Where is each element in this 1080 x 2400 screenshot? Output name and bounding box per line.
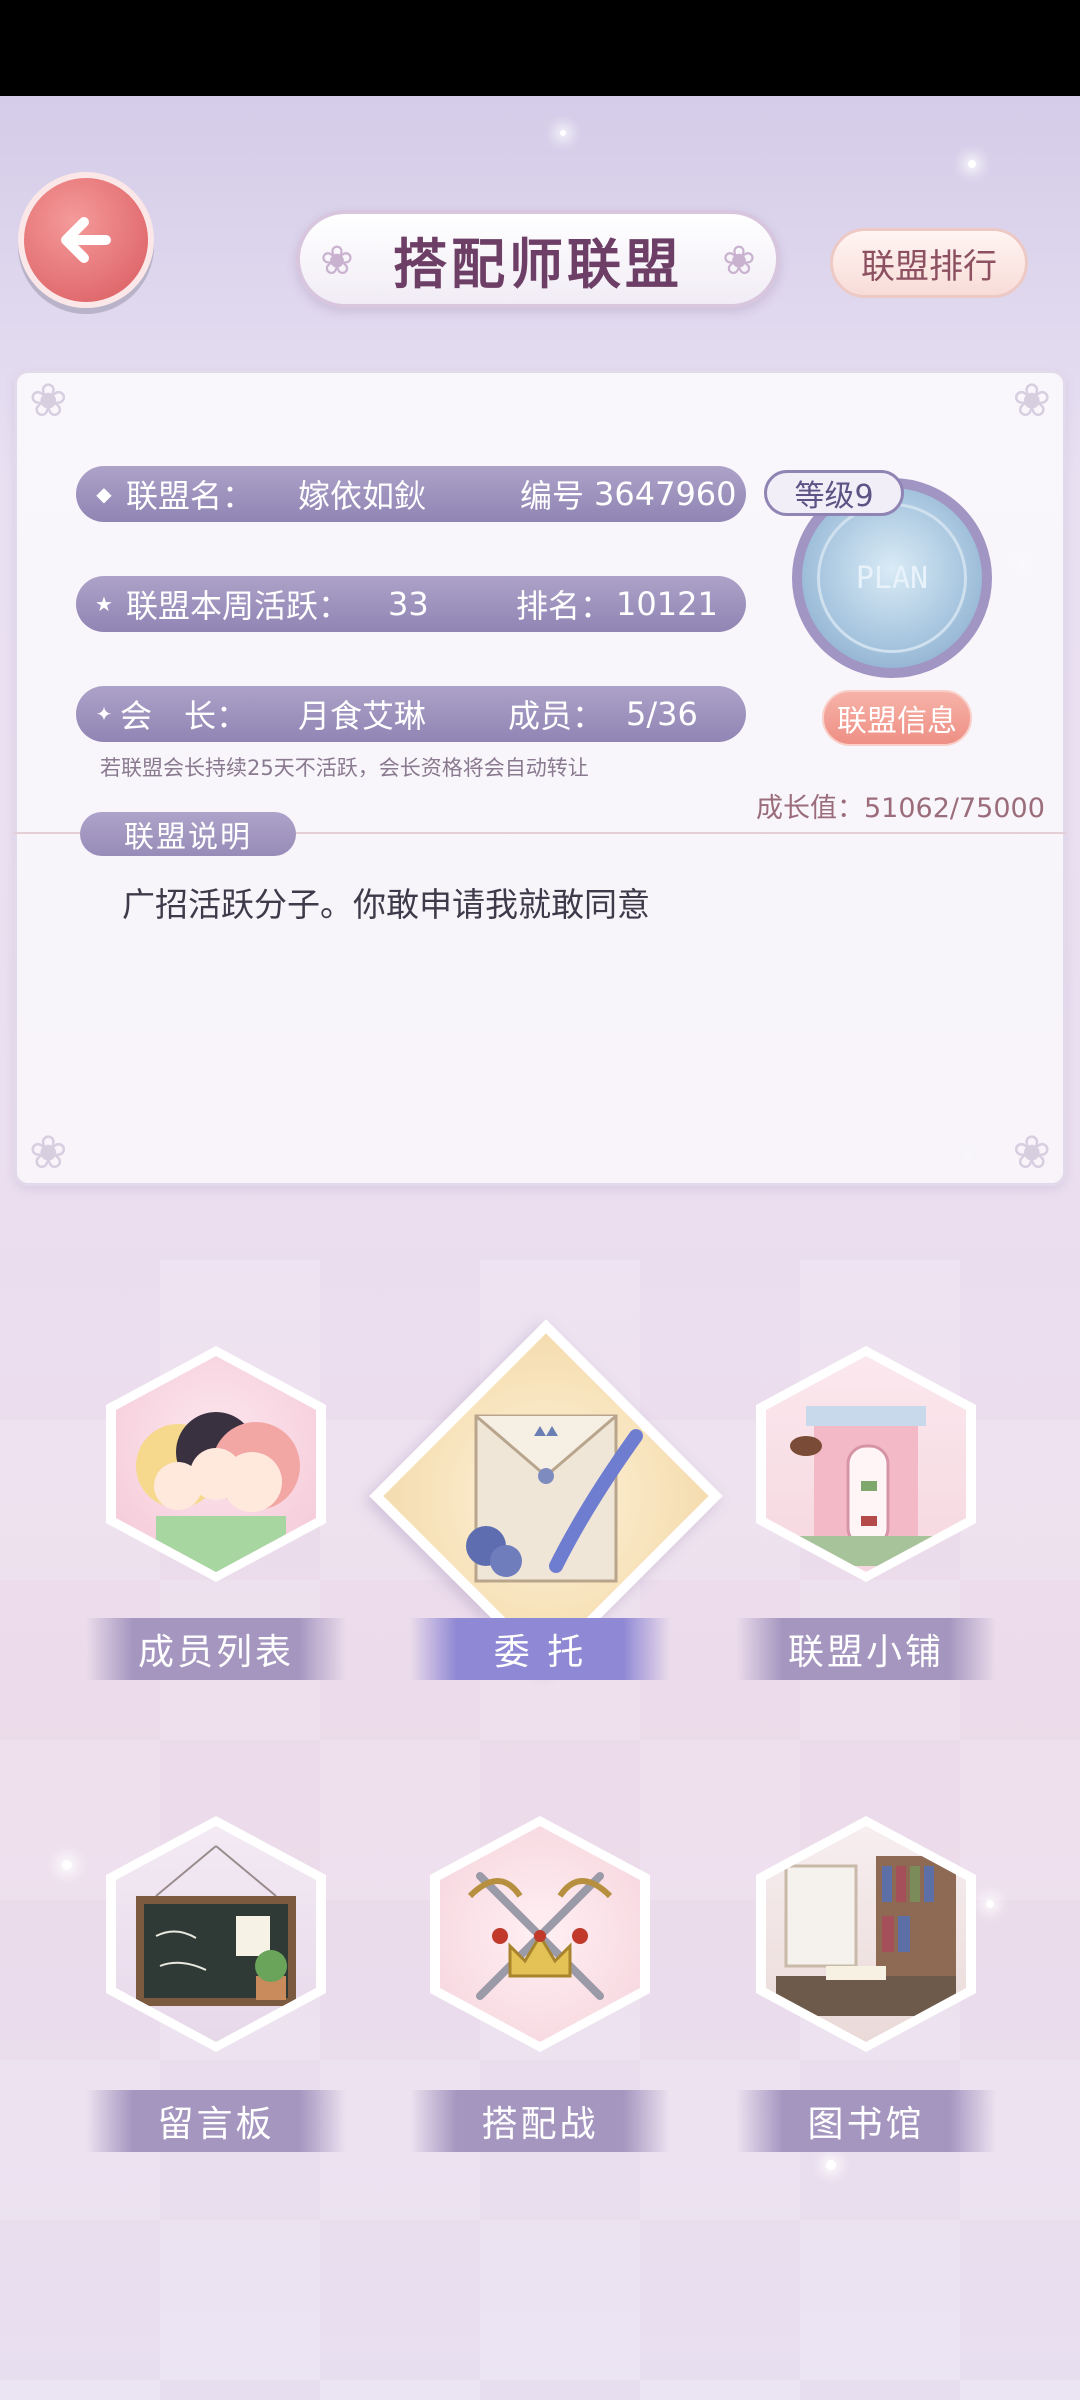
alliance-name-row: ◆ 联盟名： 嫁依如鈥 编号 3647960 — [76, 466, 746, 522]
rank-label: 排名： — [516, 587, 613, 625]
alliance-id-value: 3647960 — [594, 475, 737, 513]
inactive-leader-notice: 若联盟会长持续25天不活跃，会长资格将会自动转让 — [100, 756, 589, 780]
level-badge: 等级9 — [764, 470, 904, 516]
commission-feature[interactable] — [369, 1319, 723, 1673]
members-list-feature[interactable] — [106, 1346, 326, 1582]
title-plate: ❀ 搭配师联盟 ❀ — [296, 210, 780, 308]
rose-corner-icon: ❀ — [29, 1125, 68, 1179]
leader-value: 月食艾琳 — [298, 697, 427, 735]
description-text: 广招活跃分子。你敢申请我就敢同意 — [122, 885, 650, 924]
weekly-activity-row: ★ 联盟本周活跃： 33 排名： 10121 — [76, 576, 746, 632]
alliance-name-value: 嫁依如鈥 — [298, 477, 427, 515]
library-feature[interactable] — [756, 1816, 976, 2052]
sparkle — [968, 160, 976, 168]
rose-corner-icon: ❀ — [1012, 1125, 1051, 1179]
leader-row: ✦ 会 长： 月食艾琳 成员： 5/36 — [76, 686, 746, 742]
star-icon: ★ — [95, 592, 113, 616]
weekly-activity-value: 33 — [388, 585, 429, 623]
shield-icon: ◆ — [96, 482, 112, 506]
alliance-id-label: 编号 — [520, 477, 585, 515]
sparkle-icon: ✦ — [95, 702, 113, 726]
members-label: 成员： — [508, 697, 605, 735]
weekly-activity-label: 联盟本周活跃： — [126, 587, 351, 625]
outfit-battle-label[interactable]: 搭配战 — [410, 2090, 670, 2152]
message-board-feature[interactable] — [106, 1816, 326, 2052]
description-label: 联盟说明 — [80, 812, 296, 856]
members-value: 5/36 — [626, 695, 698, 733]
outfit-battle-feature[interactable] — [430, 1816, 650, 2052]
rank-value: 10121 — [616, 585, 718, 623]
emblem-text: PLAN — [817, 503, 967, 653]
commission-label[interactable]: 委 托 — [410, 1618, 670, 1680]
message-board-label[interactable]: 留言板 — [86, 2090, 346, 2152]
rose-ornament-icon: ❀ — [722, 238, 756, 284]
back-arrow-icon — [61, 217, 111, 263]
back-button[interactable] — [18, 172, 154, 308]
status-bar — [0, 0, 1080, 96]
leader-label: 会 长： — [120, 697, 249, 735]
rose-corner-icon: ❀ — [1012, 373, 1051, 427]
alliance-info-button[interactable]: 联盟信息 — [822, 690, 972, 746]
growth-value: 成长值：51062/75000 — [756, 793, 1045, 824]
rose-ornament-icon: ❀ — [320, 238, 354, 284]
library-label[interactable]: 图书馆 — [736, 2090, 996, 2152]
members-list-label[interactable]: 成员列表 — [86, 1618, 346, 1680]
alliance-name-label: 联盟名： — [126, 477, 255, 515]
rose-corner-icon: ❀ — [29, 373, 68, 427]
alliance-shop-label[interactable]: 联盟小铺 — [736, 1618, 996, 1680]
commission-icon — [466, 1414, 643, 1583]
sparkle — [560, 130, 566, 136]
page-title: 搭配师联盟 — [393, 232, 683, 296]
alliance-shop-feature[interactable] — [756, 1346, 976, 1582]
alliance-ranking-button[interactable]: 联盟排行 — [830, 228, 1028, 298]
